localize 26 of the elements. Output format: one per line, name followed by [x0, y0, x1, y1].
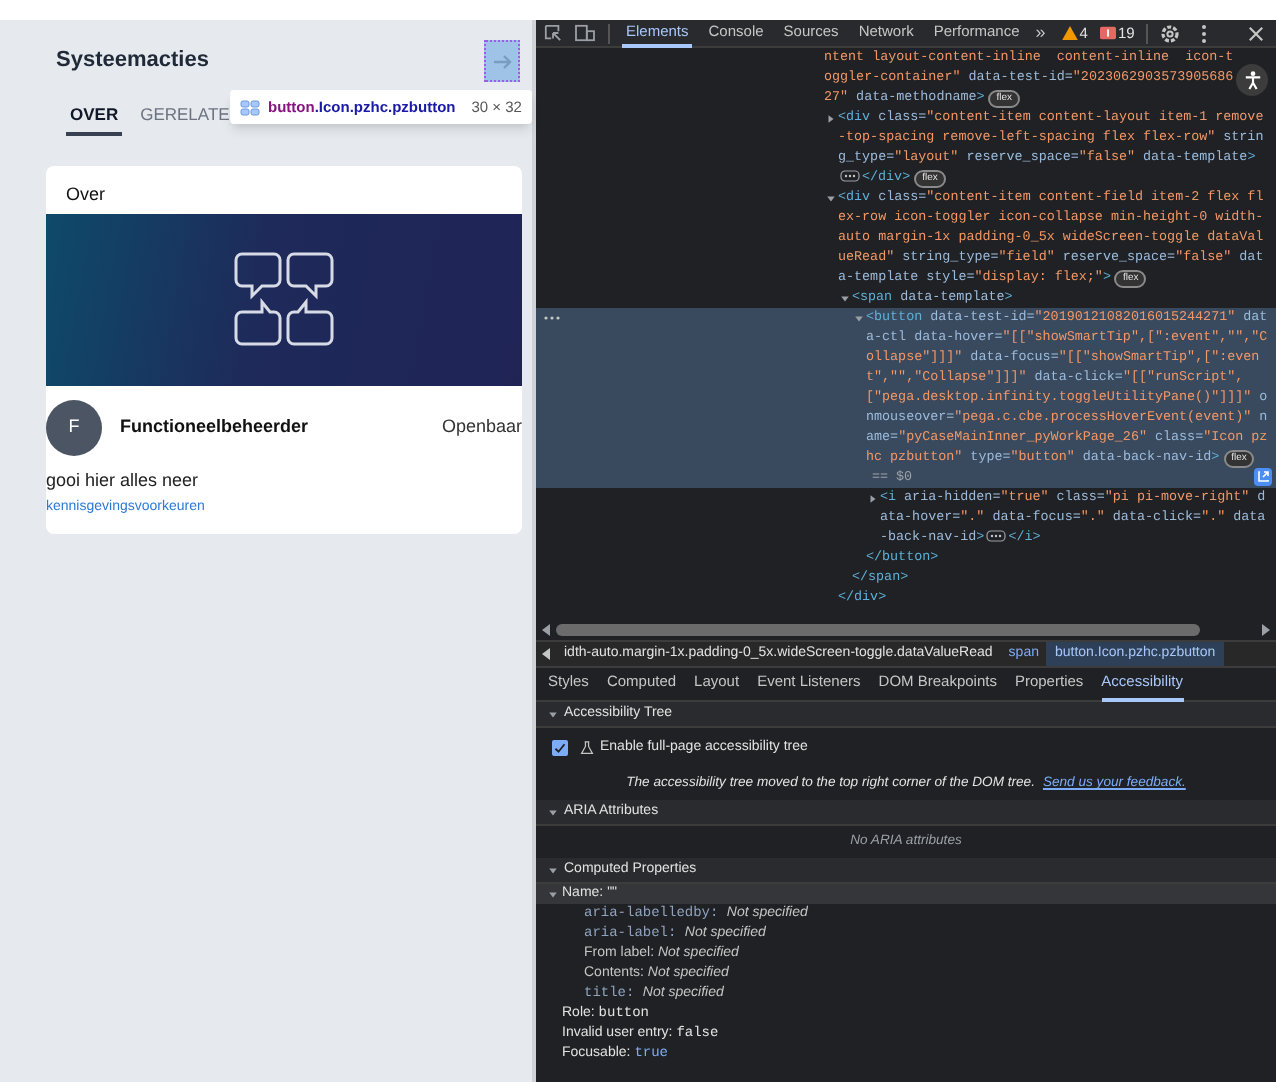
device-icon [574, 24, 596, 42]
flask-icon [580, 740, 594, 756]
accessibility-button[interactable] [1236, 64, 1268, 96]
error-icon [1099, 26, 1116, 40]
tab[interactable]: OVER [66, 96, 123, 136]
author-name: Functioneelbeheerder [120, 414, 309, 441]
grid-icon [240, 99, 260, 115]
corner-arrow-icon [1254, 468, 1272, 486]
arrow-right-icon [492, 51, 512, 71]
warning-icon [1061, 26, 1078, 40]
avatar: F [46, 400, 102, 456]
panel-title: Systeemacties [56, 46, 209, 77]
close-icon [1248, 25, 1264, 41]
person-icon [1243, 70, 1261, 90]
inspect-icon [544, 24, 562, 42]
settings-icon [1160, 23, 1181, 43]
chat-bubbles-icon [234, 250, 334, 350]
card-description: gooi hier alles neer [46, 468, 201, 492]
more-options-icon [1200, 23, 1209, 43]
card-title: Over [64, 182, 108, 208]
scroll-right-icon [1262, 624, 1270, 636]
checkmark-icon [554, 742, 566, 754]
checkbox[interactable] [552, 740, 568, 756]
more-tabs-button[interactable]: » [1035, 20, 1046, 47]
tab[interactable]: GERELATE [136, 96, 234, 136]
visibility-label: Openbaar [441, 414, 522, 441]
